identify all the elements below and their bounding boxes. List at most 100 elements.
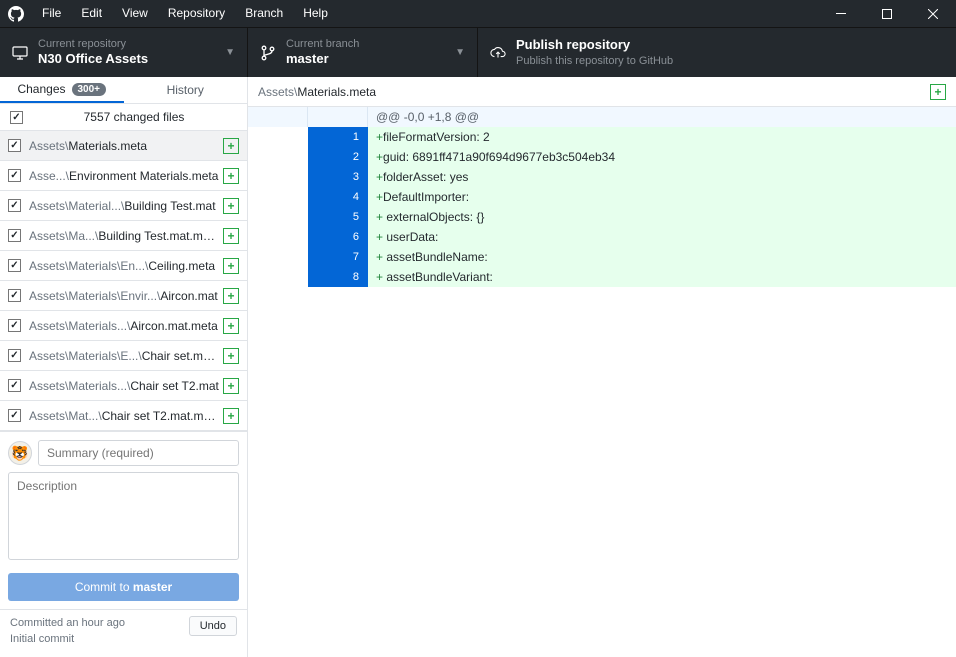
gutter-new: 2 <box>308 147 368 167</box>
gutter-new: 4 <box>308 187 368 207</box>
file-row[interactable]: Assets\Mat...\Chair set T2.mat.meta + <box>0 401 247 431</box>
diff-header: Assets\Materials.meta + <box>248 77 956 107</box>
commit-form: 🐯 Commit to master <box>0 431 247 609</box>
diff-file-path: Assets\Materials.meta <box>258 85 926 99</box>
diff-status-added-icon: + <box>930 84 946 100</box>
diff-line-text: + assetBundleVariant: <box>368 267 956 287</box>
repo-value: N30 Office Assets <box>38 51 148 68</box>
gutter-old <box>248 247 308 267</box>
status-added-icon: + <box>223 318 239 334</box>
diff-line-text: +fileFormatVersion: 2 <box>368 127 956 147</box>
file-checkbox[interactable] <box>8 289 21 302</box>
diff-line-text: + userData: <box>368 227 956 247</box>
file-checkbox[interactable] <box>8 409 21 422</box>
file-row[interactable]: Assets\Materials\E...\Chair set.meta+ <box>0 341 247 371</box>
user-avatar: 🐯 <box>8 441 32 465</box>
close-button[interactable] <box>910 0 956 27</box>
publish-title: Publish repository <box>516 37 673 54</box>
cloud-upload-icon <box>490 45 506 61</box>
status-added-icon: + <box>223 138 239 154</box>
menu-repository[interactable]: Repository <box>158 0 235 27</box>
last-commit: Committed an hour ago Initial commit Und… <box>0 609 247 657</box>
diff-line-text: +guid: 6891ff471a90f694d9677eb3c504eb34 <box>368 147 956 167</box>
file-checkbox[interactable] <box>8 349 21 362</box>
menu-file[interactable]: File <box>32 0 71 27</box>
file-path: Assets\Materials...\Chair set T2.mat <box>29 379 219 393</box>
tab-history[interactable]: History <box>124 77 248 103</box>
gutter-new: 6 <box>308 227 368 247</box>
publish-repository-button[interactable]: Publish repository Publish this reposito… <box>478 28 956 77</box>
select-all-checkbox[interactable] <box>10 111 23 124</box>
gutter-new: 8 <box>308 267 368 287</box>
app-menu: File Edit View Repository Branch Help <box>32 0 338 27</box>
file-list[interactable]: Assets\Materials.meta+Asse...\Environmen… <box>0 131 247 431</box>
gutter-old <box>248 227 308 247</box>
file-row[interactable]: Assets\Materials...\Chair set T2.mat+ <box>0 371 247 401</box>
desktop-icon <box>12 45 28 61</box>
status-added-icon: + <box>223 408 239 424</box>
diff-line[interactable]: 7+ assetBundleName: <box>248 247 956 267</box>
branch-value: master <box>286 51 359 68</box>
branch-label: Current branch <box>286 37 359 51</box>
gutter-old <box>248 127 308 147</box>
diff-line[interactable]: 8+ assetBundleVariant: <box>248 267 956 287</box>
github-logo-icon <box>0 6 32 22</box>
file-checkbox[interactable] <box>8 259 21 272</box>
diff-line-text: +folderAsset: yes <box>368 167 956 187</box>
diff-line[interactable]: 5+ externalObjects: {} <box>248 207 956 227</box>
gutter-new: 7 <box>308 247 368 267</box>
maximize-button[interactable] <box>864 0 910 27</box>
file-path: Assets\Materials\En...\Ceiling.meta <box>29 259 219 273</box>
diff-line[interactable]: 2+guid: 6891ff471a90f694d9677eb3c504eb34 <box>248 147 956 167</box>
gutter-new: 3 <box>308 167 368 187</box>
file-checkbox[interactable] <box>8 319 21 332</box>
diff-line[interactable]: 6+ userData: <box>248 227 956 247</box>
file-row[interactable]: Assets\Materials\En...\Ceiling.meta + <box>0 251 247 281</box>
gutter-old <box>248 147 308 167</box>
tab-changes[interactable]: Changes 300+ <box>0 77 124 103</box>
menu-edit[interactable]: Edit <box>71 0 112 27</box>
file-checkbox[interactable] <box>8 139 21 152</box>
menu-branch[interactable]: Branch <box>235 0 293 27</box>
hunk-header: @@ -0,0 +1,8 @@ <box>368 107 956 127</box>
file-path: Assets\Mat...\Chair set T2.mat.meta <box>29 409 219 423</box>
status-added-icon: + <box>223 258 239 274</box>
file-checkbox[interactable] <box>8 229 21 242</box>
current-branch-selector[interactable]: Current branch master ▼ <box>248 28 478 77</box>
commit-summary-input[interactable] <box>38 440 239 466</box>
file-checkbox[interactable] <box>8 199 21 212</box>
file-row[interactable]: Asse...\Environment Materials.meta+ <box>0 161 247 191</box>
status-added-icon: + <box>223 348 239 364</box>
diff-line-text: + assetBundleName: <box>368 247 956 267</box>
status-added-icon: + <box>223 198 239 214</box>
commit-description-input[interactable] <box>8 472 239 560</box>
minimize-button[interactable] <box>818 0 864 27</box>
file-row[interactable]: Assets\Material...\Building Test.mat+ <box>0 191 247 221</box>
diff-body[interactable]: @@ -0,0 +1,8 @@1+fileFormatVersion: 22+g… <box>248 107 956 657</box>
commit-button-prefix: Commit to <box>75 580 133 594</box>
window-controls <box>818 0 956 27</box>
menu-help[interactable]: Help <box>293 0 338 27</box>
file-row[interactable]: Assets\Materials...\Aircon.mat.meta+ <box>0 311 247 341</box>
file-path: Assets\Materials\Envir...\Aircon.mat <box>29 289 219 303</box>
menu-view[interactable]: View <box>112 0 158 27</box>
diff-line-text: + externalObjects: {} <box>368 207 956 227</box>
last-commit-time: Committed an hour ago <box>10 616 125 631</box>
sidebar-tabs: Changes 300+ History <box>0 77 247 104</box>
undo-button[interactable]: Undo <box>189 616 237 636</box>
file-row[interactable]: Assets\Materials\Envir...\Aircon.mat+ <box>0 281 247 311</box>
publish-subtitle: Publish this repository to GitHub <box>516 54 673 68</box>
file-checkbox[interactable] <box>8 169 21 182</box>
diff-line[interactable]: 3+folderAsset: yes <box>248 167 956 187</box>
diff-line[interactable]: 4+DefaultImporter: <box>248 187 956 207</box>
chevron-down-icon: ▼ <box>455 47 465 58</box>
file-path: Assets\Ma...\Building Test.mat.meta <box>29 229 219 243</box>
file-row[interactable]: Assets\Ma...\Building Test.mat.meta+ <box>0 221 247 251</box>
diff-line[interactable]: 1+fileFormatVersion: 2 <box>248 127 956 147</box>
current-repository-selector[interactable]: Current repository N30 Office Assets ▼ <box>0 28 248 77</box>
main-area: Changes 300+ History 7557 changed files … <box>0 77 956 657</box>
commit-button[interactable]: Commit to master <box>8 573 239 601</box>
gutter-old <box>248 207 308 227</box>
file-row[interactable]: Assets\Materials.meta+ <box>0 131 247 161</box>
file-checkbox[interactable] <box>8 379 21 392</box>
